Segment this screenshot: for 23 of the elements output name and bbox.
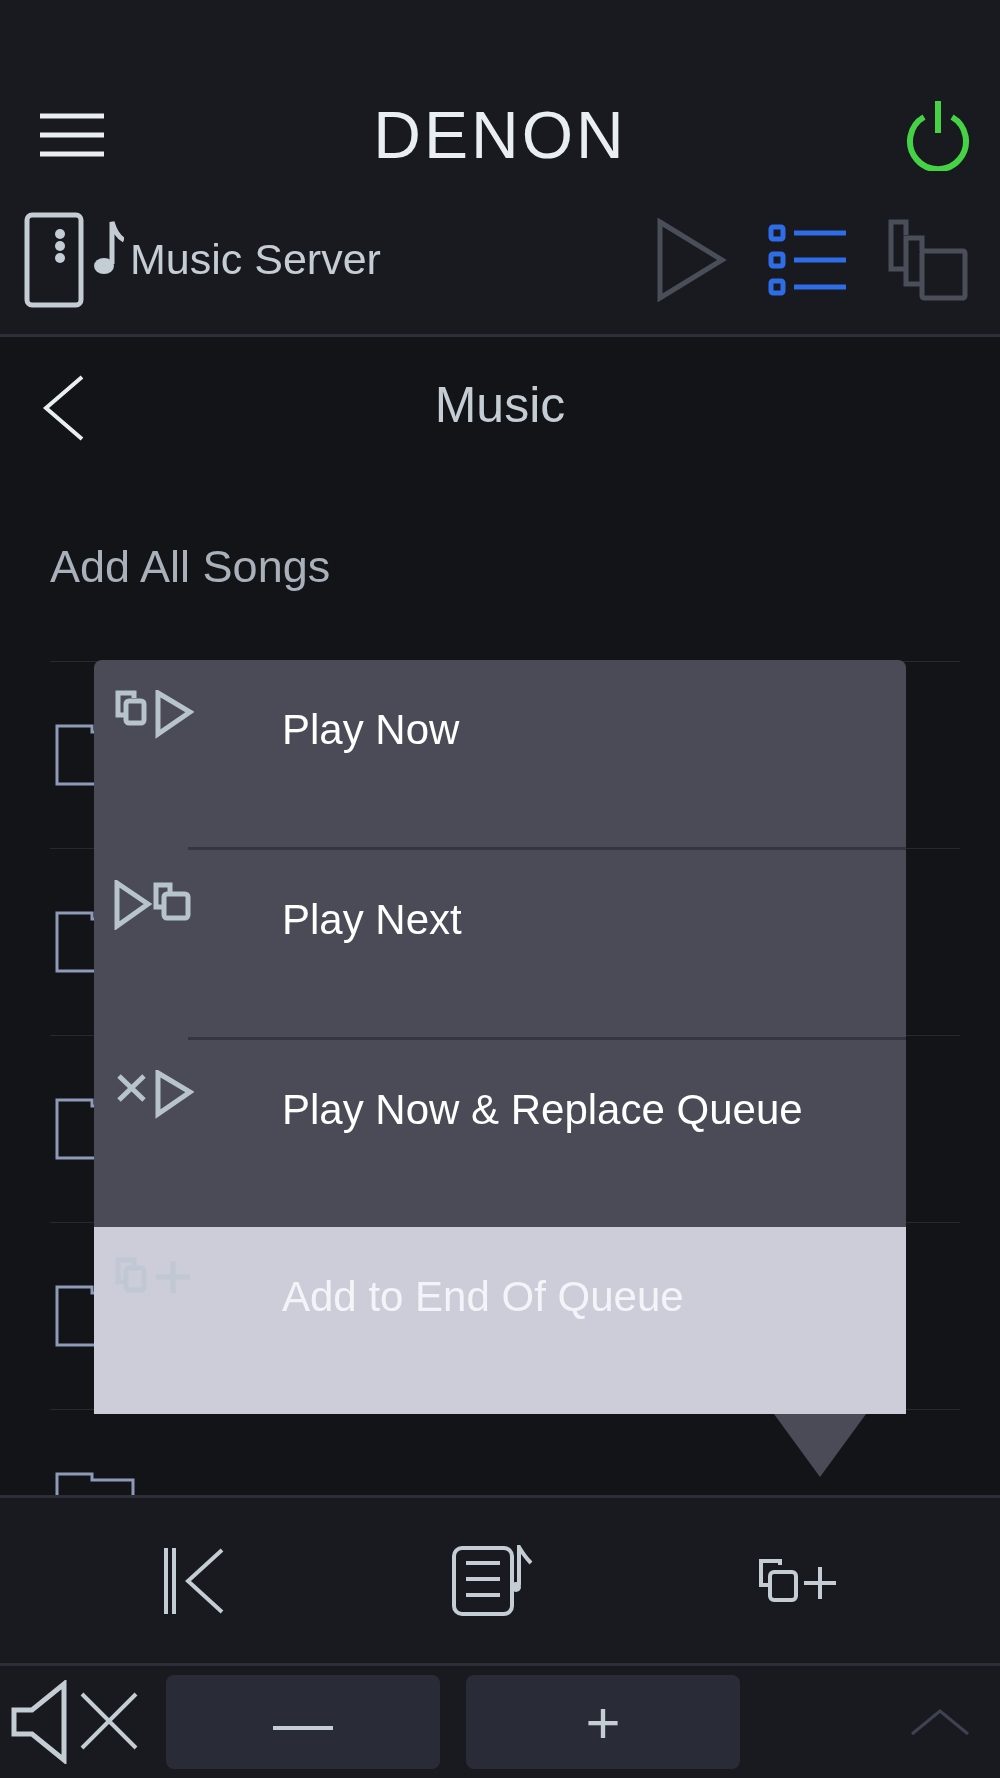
brand-logo: DENON xyxy=(373,102,627,168)
queue-play-icon xyxy=(114,690,194,740)
speaker-music-icon xyxy=(24,211,124,308)
menu-button[interactable] xyxy=(40,113,104,157)
volume-up-button[interactable]: + xyxy=(466,1675,740,1769)
add-to-queue-button[interactable] xyxy=(757,1557,838,1604)
popup-pointer-icon xyxy=(774,1414,866,1477)
menu-item[interactable]: Play Now & Replace Queue xyxy=(94,1040,906,1227)
folder-icon xyxy=(54,723,94,787)
mute-button[interactable] xyxy=(10,1680,140,1764)
power-button[interactable] xyxy=(904,99,972,171)
play-queue-icon xyxy=(114,880,194,930)
volume-down-button[interactable]: — xyxy=(166,1675,440,1769)
folder-icon xyxy=(54,910,94,974)
menu-item[interactable]: Play Now xyxy=(94,660,906,847)
menu-item[interactable]: Play Next xyxy=(94,850,906,1037)
back-button[interactable] xyxy=(42,375,84,441)
lyrics-note-button[interactable] xyxy=(451,1544,533,1617)
page-title: Music xyxy=(434,375,566,434)
add-all-songs-item[interactable]: Add All Songs xyxy=(0,472,1000,661)
source-label: Music Server xyxy=(130,235,381,284)
folder-icon xyxy=(54,1284,94,1348)
folder-icon xyxy=(54,1097,94,1161)
